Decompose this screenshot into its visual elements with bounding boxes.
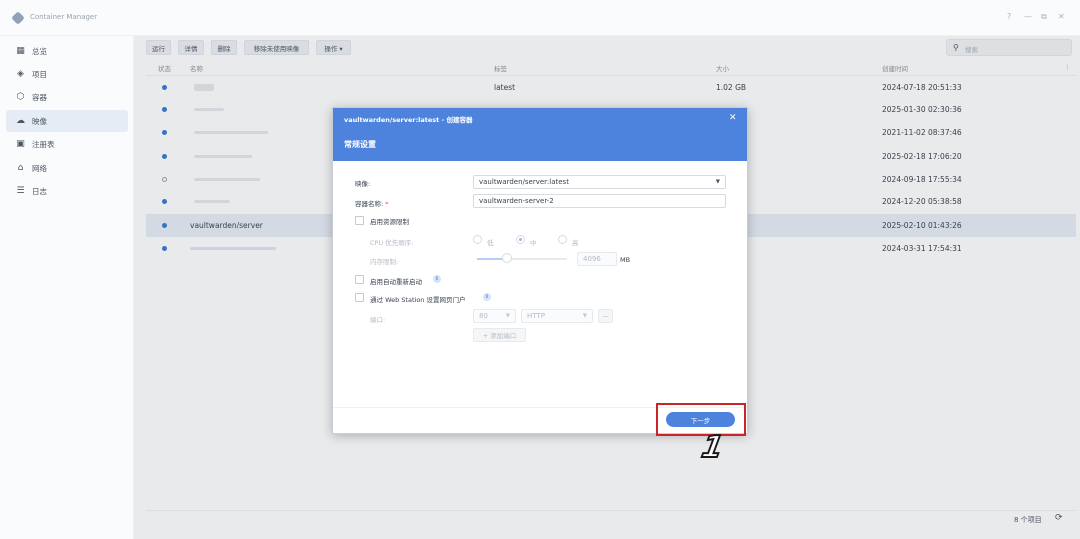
network-icon: ⌂ — [17, 163, 24, 173]
cpu-low-label: 低 — [487, 239, 494, 247]
chevron-down-icon: ▼ — [505, 313, 510, 319]
resource-limit-checkbox[interactable] — [355, 216, 364, 225]
dialog-header: vaultwarden/server:latest - 创建容器 ✕ 常规设置 — [333, 108, 747, 161]
port-label: 端口: — [370, 316, 386, 324]
dialog-section-title: 常规设置 — [344, 140, 376, 149]
port-value: 80 — [479, 312, 488, 320]
cloud-icon: ☁ — [16, 116, 25, 126]
cpu-priority-label: CPU 优先顺序: — [370, 239, 414, 247]
auto-restart-checkbox[interactable] — [355, 275, 364, 284]
container-name-input[interactable]: vaultwarden-server-2 — [473, 194, 726, 208]
container-name-value: vaultwarden-server-2 — [479, 197, 554, 205]
image-label: 映像: — [355, 180, 371, 188]
sidebar-item-label: 容器 — [32, 92, 47, 102]
chevron-down-icon: ▼ — [582, 313, 587, 319]
sidebar-item-container[interactable]: ⬡ 容器 — [6, 86, 128, 108]
sidebar-item-label: 注册表 — [32, 139, 55, 149]
container-icon: ⬡ — [16, 92, 25, 102]
required-mark: * — [385, 200, 389, 208]
protocol-select[interactable]: HTTP ▼ — [521, 309, 593, 323]
add-port-button[interactable]: + 添加端口 — [473, 328, 526, 342]
log-list-icon: ☰ — [16, 186, 25, 196]
protocol-value: HTTP — [527, 312, 545, 320]
container-name-label: 容器名称: * — [355, 198, 389, 208]
resource-limit-label: 启用资源限制 — [370, 218, 409, 226]
port-select[interactable]: 80 ▼ — [473, 309, 516, 323]
sidebar-item-label: 项目 — [32, 69, 47, 79]
help-icon[interactable]: ? — [1007, 12, 1011, 21]
dialog-title: vaultwarden/server:latest - 创建容器 — [344, 116, 473, 124]
sidebar-item-label: 日志 — [32, 186, 47, 196]
cpu-high-radio[interactable] — [558, 235, 567, 244]
app-logo-icon — [11, 11, 25, 25]
sidebar-item-project[interactable]: ◈ 项目 — [6, 63, 128, 85]
web-station-checkbox[interactable] — [355, 293, 364, 302]
memory-unit: MB — [620, 256, 631, 264]
cpu-low-radio[interactable] — [473, 235, 482, 244]
create-container-dialog: vaultwarden/server:latest - 创建容器 ✕ 常规设置 — [332, 107, 748, 434]
sidebar-item-log[interactable]: ☰ 日志 — [6, 180, 128, 202]
web-station-label: 通过 Web Station 设置网页门户 — [370, 296, 466, 304]
image-select[interactable]: vaultwarden/server:latest ▼ — [473, 175, 726, 189]
cpu-mid-radio[interactable] — [516, 235, 525, 244]
title-bar: Container Manager ? — ⧉ ✕ — [0, 0, 1080, 36]
sidebar-item-label: 网络 — [32, 163, 47, 173]
memory-limit-label: 内存限制: — [370, 258, 399, 266]
image-select-value: vaultwarden/server:latest — [479, 178, 569, 186]
info-icon[interactable]: i — [483, 293, 491, 301]
sidebar: ▦ 总览 ◈ 项目 ⬡ 容器 ☁ 映像 ▣ 注册表 ⌂ 网络 ☰ 日志 — [0, 36, 134, 539]
memory-slider-handle[interactable] — [501, 253, 512, 263]
sidebar-item-overview[interactable]: ▦ 总览 — [6, 40, 128, 62]
sidebar-item-label: 总览 — [32, 46, 47, 56]
cpu-high-label: 高 — [572, 239, 579, 247]
chevron-down-icon: ▼ — [715, 179, 720, 185]
info-icon[interactable]: i — [433, 275, 441, 283]
layers-icon: ◈ — [17, 69, 24, 79]
minimize-icon[interactable]: — — [1024, 12, 1032, 21]
auto-restart-label: 启用自动重新启动 — [370, 278, 422, 286]
close-icon[interactable]: ✕ — [729, 113, 737, 123]
sidebar-item-image[interactable]: ☁ 映像 — [6, 110, 128, 132]
cpu-mid-label: 中 — [530, 239, 537, 247]
memory-slider-track[interactable] — [477, 258, 567, 260]
remove-port-button[interactable]: — — [598, 309, 613, 323]
app-title: Container Manager — [30, 13, 98, 21]
sidebar-item-registry[interactable]: ▣ 注册表 — [6, 133, 128, 155]
highlight-box — [656, 403, 746, 436]
memory-value: 4096 — [583, 255, 601, 263]
sidebar-item-label: 映像 — [32, 116, 47, 126]
registry-icon: ▣ — [16, 139, 25, 149]
sidebar-item-network[interactable]: ⌂ 网络 — [6, 157, 128, 179]
close-window-icon[interactable]: ✕ — [1058, 12, 1065, 21]
memory-input[interactable]: 4096 — [577, 252, 617, 266]
container-name-label-text: 容器名称: — [355, 200, 384, 208]
maximize-icon[interactable]: ⧉ — [1041, 12, 1047, 22]
dashboard-icon: ▦ — [16, 46, 25, 56]
